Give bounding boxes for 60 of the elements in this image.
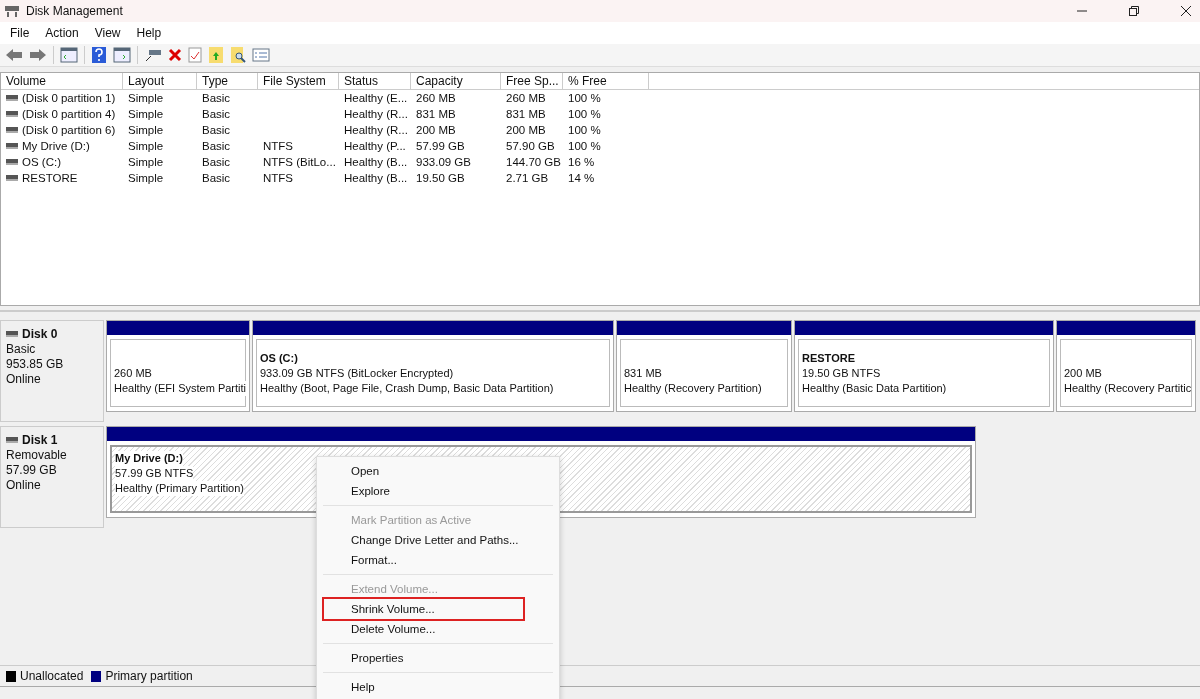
table-cell: 260 MB [506, 92, 546, 104]
table-cell: 933.09 GB [416, 156, 471, 168]
table-cell: NTFS (BitLo... [263, 156, 336, 168]
disk-name: Disk 1 [22, 433, 58, 447]
disk-status: Online [6, 478, 42, 492]
table-cell: (Disk 0 partition 4) [22, 108, 116, 120]
table-cell: RESTORE [22, 172, 78, 184]
table-cell: Healthy (E... [344, 92, 408, 104]
disk-type: Basic [6, 342, 37, 356]
table-cell: Basic [202, 156, 231, 168]
table-cell: 100 % [568, 108, 601, 120]
table-cell: Healthy (R... [344, 124, 408, 136]
table-cell: 57.99 GB [416, 140, 465, 152]
disk-size: 57.99 GB [6, 463, 58, 477]
table-cell: Healthy (B... [344, 156, 408, 168]
table-cell: (Disk 0 partition 1) [22, 92, 116, 104]
table-cell: Healthy (P... [344, 140, 406, 152]
partition-status: Healthy (Primary Partition) [115, 481, 244, 496]
disk-status: Online [6, 372, 42, 386]
table-cell: NTFS [263, 172, 294, 184]
table-cell: 2.71 GB [506, 172, 549, 184]
table-cell: My Drive (D:) [22, 140, 90, 152]
table-cell: Simple [128, 124, 164, 136]
table-cell: 19.50 GB [416, 172, 465, 184]
disk-type: Removable [6, 448, 68, 462]
table-cell: Basic [202, 124, 231, 136]
table-cell: OS (C:) [22, 156, 61, 168]
table-cell: 57.90 GB [506, 140, 555, 152]
table-cell: Simple [128, 92, 164, 104]
table-cell: NTFS [263, 140, 294, 152]
partition-status: Healthy (EFI System Partiti [114, 380, 247, 396]
table-cell: 14 % [568, 172, 595, 184]
table-cell: (Disk 0 partition 6) [22, 124, 116, 136]
disk-name: Disk 0 [22, 327, 58, 341]
partition-name: My Drive (D:) [115, 451, 183, 466]
legend-label: Unallocated [20, 669, 84, 683]
table-cell: 144.70 GB [506, 156, 561, 168]
table-cell: Simple [128, 172, 164, 184]
table-cell: Healthy (R... [344, 108, 408, 120]
partition-size: 57.99 GB NTFS [115, 466, 194, 481]
table-cell: 831 MB [506, 108, 546, 120]
disk-size: 953.85 GB [6, 357, 65, 371]
table-cell: Healthy (B... [344, 172, 408, 184]
table-cell: Basic [202, 108, 231, 120]
table-cell: 200 MB [506, 124, 546, 136]
table-cell: Basic [202, 140, 231, 152]
legend-label: Primary partition [105, 669, 193, 683]
table-cell: 100 % [568, 124, 601, 136]
table-cell: Simple [128, 108, 164, 120]
table-cell: Simple [128, 156, 164, 168]
table-cell: 100 % [568, 92, 601, 104]
table-cell: 100 % [568, 140, 601, 152]
table-cell: Basic [202, 172, 231, 184]
window-title: Disk Management [26, 4, 123, 18]
table-cell: Basic [202, 92, 231, 104]
table-cell: Simple [128, 140, 164, 152]
table-cell: 16 % [568, 156, 595, 168]
table-cell: 831 MB [416, 108, 456, 120]
table-cell: 260 MB [416, 92, 456, 104]
table-cell: 200 MB [416, 124, 456, 136]
